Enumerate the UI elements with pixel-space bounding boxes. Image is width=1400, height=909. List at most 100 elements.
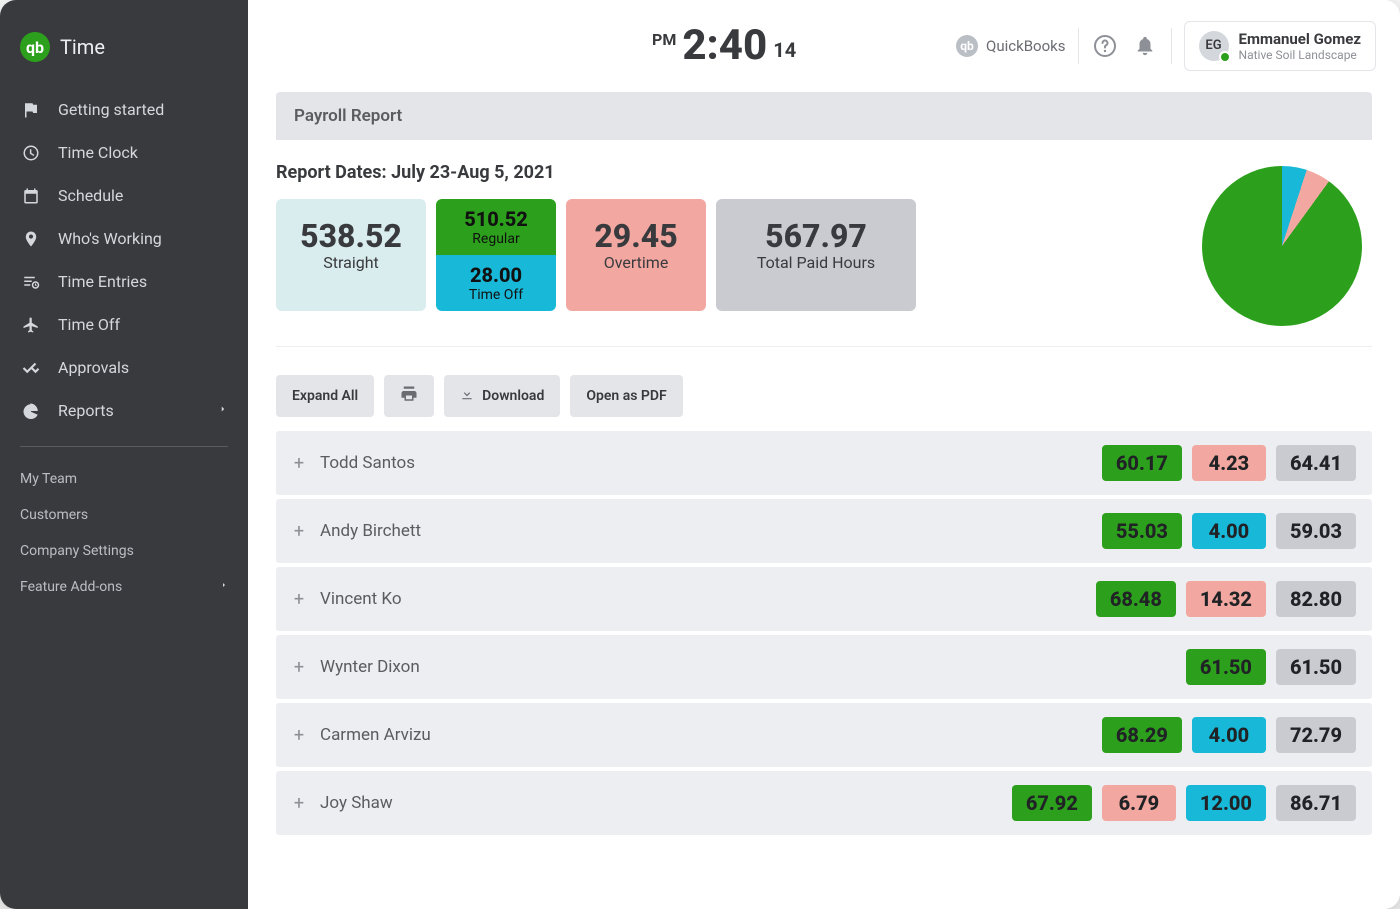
stat-value: 28.00 bbox=[442, 263, 550, 287]
expand-icon[interactable]: + bbox=[292, 725, 306, 746]
expand-icon[interactable]: + bbox=[292, 793, 306, 814]
user-menu[interactable]: EG Emmanuel Gomez Native Soil Landscape bbox=[1184, 21, 1376, 71]
sidebar-item-time-off[interactable]: Time Off bbox=[0, 303, 248, 346]
main: PM 2:40 14 qb QuickBooks EG Emmanuel Gom… bbox=[248, 0, 1400, 909]
stat-label: Time Off bbox=[442, 287, 550, 303]
chip-overtime: 6.79 bbox=[1102, 785, 1176, 821]
chip-regular: 68.48 bbox=[1096, 581, 1176, 617]
employee-row[interactable]: +Vincent Ko68.4814.3282.80 bbox=[276, 567, 1372, 631]
stat-card-timeoff: 28.00 Time Off bbox=[436, 255, 556, 311]
hour-chips: 60.174.2364.41 bbox=[1102, 445, 1356, 481]
clock-time: 2:40 bbox=[682, 21, 767, 70]
sidebar-item-label: Approvals bbox=[58, 358, 129, 377]
chip-total: 82.80 bbox=[1276, 581, 1356, 617]
list-clock-icon bbox=[20, 273, 42, 291]
sidebar-item-label: Company Settings bbox=[20, 543, 134, 559]
user-meta: Emmanuel Gomez Native Soil Landscape bbox=[1239, 30, 1361, 62]
expand-icon[interactable]: + bbox=[292, 657, 306, 678]
sidebar: qb Time Getting started Time Clock Sched… bbox=[0, 0, 248, 909]
pie-chart-icon bbox=[20, 402, 42, 420]
download-icon bbox=[460, 387, 474, 405]
stat-card-straight: 538.52 Straight bbox=[276, 199, 426, 311]
pin-icon bbox=[20, 230, 42, 248]
hours-pie-chart bbox=[1202, 166, 1362, 326]
chip-timeoff: 12.00 bbox=[1186, 785, 1266, 821]
chip-timeoff: 4.00 bbox=[1192, 513, 1266, 549]
employee-rows: +Todd Santos60.174.2364.41+Andy Birchett… bbox=[276, 431, 1372, 835]
sidebar-item-label: My Team bbox=[20, 471, 77, 487]
open-pdf-button[interactable]: Open as PDF bbox=[570, 375, 682, 417]
quickbooks-logo-icon: qb bbox=[956, 35, 978, 57]
chip-regular: 60.17 bbox=[1102, 445, 1182, 481]
sidebar-item-feature-addons[interactable]: Feature Add-ons bbox=[0, 569, 248, 605]
user-name: Emmanuel Gomez bbox=[1239, 30, 1361, 48]
brand-name: Time bbox=[60, 35, 105, 59]
stat-card-overtime: 29.45 Overtime bbox=[566, 199, 706, 311]
expand-icon[interactable]: + bbox=[292, 521, 306, 542]
employee-row[interactable]: +Joy Shaw67.926.7912.0086.71 bbox=[276, 771, 1372, 835]
clock-icon bbox=[20, 144, 42, 162]
sidebar-item-label: Getting started bbox=[58, 100, 164, 119]
sidebar-item-whos-working[interactable]: Who's Working bbox=[0, 217, 248, 260]
sidebar-divider bbox=[20, 446, 228, 447]
brand-logo-icon: qb bbox=[20, 32, 50, 62]
sidebar-item-getting-started[interactable]: Getting started bbox=[0, 88, 248, 131]
sidebar-item-label: Schedule bbox=[58, 186, 123, 205]
stat-value: 29.45 bbox=[588, 217, 684, 255]
expand-icon[interactable]: + bbox=[292, 453, 306, 474]
sidebar-item-approvals[interactable]: Approvals bbox=[0, 346, 248, 389]
employee-row[interactable]: +Andy Birchett55.034.0059.03 bbox=[276, 499, 1372, 563]
stat-label: Overtime bbox=[588, 253, 684, 272]
help-button[interactable] bbox=[1091, 32, 1119, 60]
sidebar-secondary-nav: My Team Customers Company Settings Featu… bbox=[0, 461, 248, 605]
sidebar-item-label: Who's Working bbox=[58, 229, 162, 248]
employee-name: Vincent Ko bbox=[320, 589, 402, 609]
calendar-icon bbox=[20, 187, 42, 205]
hour-chips: 68.294.0072.79 bbox=[1102, 717, 1356, 753]
employee-row[interactable]: +Wynter Dixon61.5061.50 bbox=[276, 635, 1372, 699]
chip-regular: 68.29 bbox=[1102, 717, 1182, 753]
topbar: PM 2:40 14 qb QuickBooks EG Emmanuel Gom… bbox=[248, 0, 1400, 92]
report-toolbar: Expand All Download Open as PDF bbox=[276, 347, 1372, 431]
chevron-right-icon bbox=[220, 579, 228, 595]
download-button[interactable]: Download bbox=[444, 375, 560, 417]
sidebar-item-schedule[interactable]: Schedule bbox=[0, 174, 248, 217]
sidebar-item-customers[interactable]: Customers bbox=[0, 497, 248, 533]
quickbooks-label: QuickBooks bbox=[986, 37, 1066, 55]
panel-title: Payroll Report bbox=[276, 92, 1372, 140]
plane-icon bbox=[20, 316, 42, 334]
sidebar-item-label: Feature Add-ons bbox=[20, 579, 122, 595]
employee-row[interactable]: + Todd Santos 60.174.2364.41 bbox=[276, 431, 1372, 495]
employee-name: Todd Santos bbox=[320, 453, 415, 473]
chip-total: 86.71 bbox=[1276, 785, 1356, 821]
quickbooks-link[interactable]: qb QuickBooks bbox=[956, 35, 1066, 57]
button-label: Open as PDF bbox=[586, 388, 666, 404]
brand: qb Time bbox=[0, 14, 248, 88]
chip-regular: 55.03 bbox=[1102, 513, 1182, 549]
expand-icon[interactable]: + bbox=[292, 589, 306, 610]
chip-total: 59.03 bbox=[1276, 513, 1356, 549]
stat-card-regular: 510.52 Regular bbox=[436, 199, 556, 255]
content: Payroll Report Report Dates: July 23-Aug… bbox=[248, 92, 1400, 863]
sidebar-item-reports[interactable]: Reports bbox=[0, 389, 248, 432]
print-button[interactable] bbox=[384, 375, 434, 417]
user-company: Native Soil Landscape bbox=[1239, 48, 1361, 62]
sidebar-item-time-clock[interactable]: Time Clock bbox=[0, 131, 248, 174]
chip-total: 64.41 bbox=[1276, 445, 1356, 481]
stat-label: Regular bbox=[442, 231, 550, 247]
button-label: Download bbox=[482, 388, 544, 404]
expand-all-button[interactable]: Expand All bbox=[276, 375, 374, 417]
sidebar-item-label: Time Off bbox=[58, 315, 120, 334]
stat-card-regular-timeoff: 510.52 Regular 28.00 Time Off bbox=[436, 199, 556, 311]
sidebar-item-time-entries[interactable]: Time Entries bbox=[0, 260, 248, 303]
sidebar-item-company-settings[interactable]: Company Settings bbox=[0, 533, 248, 569]
employee-name: Wynter Dixon bbox=[320, 657, 420, 677]
employee-row[interactable]: +Carmen Arvizu68.294.0072.79 bbox=[276, 703, 1372, 767]
sidebar-item-my-team[interactable]: My Team bbox=[0, 461, 248, 497]
notifications-button[interactable] bbox=[1131, 32, 1159, 60]
print-icon bbox=[400, 385, 418, 407]
chevron-right-icon bbox=[218, 401, 228, 420]
hour-chips: 55.03 4.00 59.03 bbox=[1102, 513, 1356, 549]
app-frame: qb Time Getting started Time Clock Sched… bbox=[0, 0, 1400, 909]
chip-total: 61.50 bbox=[1276, 649, 1356, 685]
